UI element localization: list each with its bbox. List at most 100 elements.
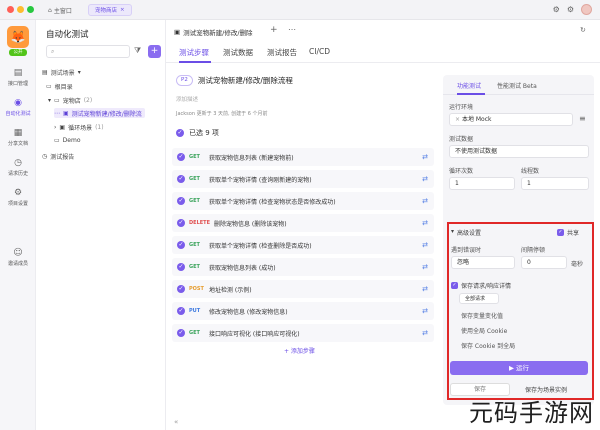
- folder-icon: ▭: [54, 96, 60, 104]
- link-icon[interactable]: ⇄: [422, 307, 428, 315]
- active-tab-indicator: [457, 93, 485, 95]
- step-row[interactable]: ✓ GET 获取宠物信息列表 (成功) ⇄: [172, 258, 434, 276]
- step-row[interactable]: ✓ DELETE 删除宠物信息 (删除该宠物) ⇄: [172, 214, 434, 232]
- interval-input[interactable]: 0: [521, 256, 567, 269]
- loop-input[interactable]: 1: [449, 177, 515, 190]
- save-var-option[interactable]: 保存变量变化值: [461, 311, 503, 320]
- save-detail-checkbox[interactable]: ✓ 保存请求/响应详情: [451, 281, 511, 290]
- nav-item-autotest[interactable]: ◉ 自动化测试: [0, 98, 36, 117]
- tree-item-root[interactable]: ▭ 根目录: [46, 81, 73, 91]
- check-icon[interactable]: ✓: [177, 285, 185, 293]
- nav-item-api[interactable]: ▤ 接口管理: [0, 68, 36, 87]
- method-badge: PUT: [189, 308, 201, 314]
- maximize-window-button[interactable]: [27, 6, 34, 13]
- step-row[interactable]: ✓ GET 获取单个宠物详情 (检查删除是否成功) ⇄: [172, 236, 434, 254]
- add-step-button[interactable]: + 添加步骤: [284, 346, 315, 355]
- link-icon[interactable]: ⇄: [422, 241, 428, 249]
- tree-item-loop[interactable]: › ▣ 循环场景 (1): [54, 122, 104, 132]
- tab-steps[interactable]: 测试步骤: [179, 47, 209, 58]
- check-icon[interactable]: ✓: [177, 175, 185, 183]
- app-window: ⌂ 主窗口 宠物商店 × ⚙ ⚙ 🦊 公开 ▤ 接口管理 ◉ 自动化测试 ▦ 分…: [0, 0, 600, 430]
- filter-icon[interactable]: ⧩: [134, 46, 141, 56]
- use-global-cookie-option[interactable]: 使用全局 Cookie: [461, 326, 507, 335]
- link-icon[interactable]: ⇄: [422, 263, 428, 271]
- tree-item-selected-case[interactable]: ⋯ ▣ 测试宠物新建/修改/删除流: [54, 108, 145, 118]
- tree-item-reports[interactable]: ◷ 测试报告: [42, 151, 74, 161]
- check-icon[interactable]: ✓: [177, 329, 185, 337]
- share-icon: ▦: [13, 128, 23, 138]
- link-icon[interactable]: ⇄: [422, 219, 428, 227]
- nav-item-invite[interactable]: ☺ 邀请成员: [0, 248, 36, 267]
- tree-item-label: 循环场景: [68, 124, 93, 132]
- step-row[interactable]: ✓ POST 地址检测 (示例) ⇄: [172, 280, 434, 298]
- link-icon[interactable]: ⇄: [422, 153, 428, 161]
- document-tab-label: 测试宠物新建/修改/删除: [183, 29, 253, 37]
- save-detail-select[interactable]: 全部请求: [459, 293, 499, 304]
- settings-icon[interactable]: ⚙: [567, 5, 574, 14]
- case-description[interactable]: 添加描述: [176, 95, 198, 103]
- on-error-select[interactable]: 忽略: [451, 256, 515, 269]
- link-icon[interactable]: ⇄: [422, 285, 428, 293]
- select-all[interactable]: ✓ 已选 9 项: [176, 128, 219, 138]
- tab-cicd[interactable]: CI/CD: [309, 47, 330, 56]
- avatar[interactable]: [581, 4, 592, 15]
- thread-input[interactable]: 1: [521, 177, 589, 190]
- document-tab[interactable]: ▣ 测试宠物新建/修改/删除: [174, 25, 253, 39]
- search-input[interactable]: ⌕: [46, 45, 130, 58]
- method-badge: GET: [189, 198, 200, 204]
- link-icon[interactable]: ⇄: [422, 329, 428, 337]
- menu-icon[interactable]: ≡: [579, 114, 586, 123]
- check-icon[interactable]: ✓: [177, 263, 185, 271]
- new-tab-button[interactable]: +: [270, 25, 278, 35]
- tab-functional-test[interactable]: 功能测试: [457, 81, 481, 90]
- save-detail-label: 保存请求/响应详情: [461, 283, 512, 290]
- close-window-button[interactable]: [7, 6, 14, 13]
- nav-item-history[interactable]: ◷ 请求历史: [0, 158, 36, 177]
- save-cookie-option[interactable]: 保存 Cookie 到全局: [461, 341, 515, 350]
- env-select[interactable]: × 本地 Mock: [449, 113, 573, 126]
- step-row[interactable]: ✓ GET 获取宠物信息列表 (新建宠物前) ⇄: [172, 148, 434, 166]
- test-data-select[interactable]: 不使用测试数据: [449, 145, 589, 158]
- home-tab-label: 主窗口: [53, 7, 72, 15]
- case-title[interactable]: 测试宠物新建/修改/删除流程: [198, 75, 293, 86]
- priority-badge[interactable]: P2: [176, 75, 193, 86]
- share-checkbox[interactable]: ✓ 共享: [557, 228, 579, 237]
- check-icon[interactable]: ✓: [177, 307, 185, 315]
- link-icon[interactable]: ⇄: [422, 175, 428, 183]
- check-icon[interactable]: ✓: [176, 129, 184, 137]
- close-icon[interactable]: ×: [120, 7, 125, 13]
- check-icon[interactable]: ✓: [177, 241, 185, 249]
- check-icon[interactable]: ✓: [177, 153, 185, 161]
- step-label: 获取宠物信息列表 (新建宠物前): [209, 154, 294, 162]
- nav-item-share[interactable]: ▦ 分享文档: [0, 128, 36, 147]
- tab-performance-test[interactable]: 性能测试 Beta: [497, 81, 537, 90]
- step-row[interactable]: ✓ GET 接口响应可视化 (接口响应可视化) ⇄: [172, 324, 434, 342]
- home-tab[interactable]: ⌂ 主窗口: [48, 4, 72, 16]
- run-button[interactable]: ▶ 运行: [450, 361, 588, 375]
- tab-test-data[interactable]: 测试数据: [223, 47, 253, 58]
- tab-test-report[interactable]: 测试报告: [267, 47, 297, 58]
- check-icon[interactable]: ✓: [177, 219, 185, 227]
- gear-icon[interactable]: ⚙: [553, 5, 560, 14]
- step-row[interactable]: ✓ GET 获取单个宠物详情 (检查宠物状态是否修改成功) ⇄: [172, 192, 434, 210]
- step-row[interactable]: ✓ PUT 修改宠物信息 (修改宠物信息) ⇄: [172, 302, 434, 320]
- project-tab[interactable]: 宠物商店 ×: [88, 4, 132, 16]
- link-icon[interactable]: ⇄: [422, 197, 428, 205]
- check-icon[interactable]: ✓: [177, 197, 185, 205]
- left-nav: 🦊 公开 ▤ 接口管理 ◉ 自动化测试 ▦ 分享文档 ◷ 请求历史 ⚙ 项目设置…: [0, 20, 36, 430]
- advanced-settings-toggle[interactable]: ▾ 高级设置: [451, 228, 481, 237]
- folder-icon: ▤: [42, 68, 48, 76]
- minimize-window-button[interactable]: [17, 6, 24, 13]
- tree-item-demo[interactable]: ▭ Demo: [54, 135, 81, 145]
- step-label: 修改宠物信息 (修改宠物信息): [209, 308, 288, 316]
- add-button[interactable]: +: [148, 45, 161, 58]
- tree-item-petstore[interactable]: ▾ ▭ 宠物店 (2): [48, 95, 92, 105]
- collapse-icon[interactable]: «: [174, 418, 178, 426]
- more-icon[interactable]: ⋯: [288, 25, 296, 34]
- project-logo[interactable]: 🦊: [7, 26, 29, 48]
- active-tab-indicator: [179, 61, 211, 63]
- step-row[interactable]: ✓ GET 获取单个宠物详情 (查询刚新建的宠物) ⇄: [172, 170, 434, 188]
- nav-item-settings[interactable]: ⚙ 项目设置: [0, 188, 36, 207]
- tree-item-scenarios[interactable]: ▤ 测试场景 ▾: [42, 67, 81, 77]
- refresh-icon[interactable]: ↻: [580, 26, 586, 34]
